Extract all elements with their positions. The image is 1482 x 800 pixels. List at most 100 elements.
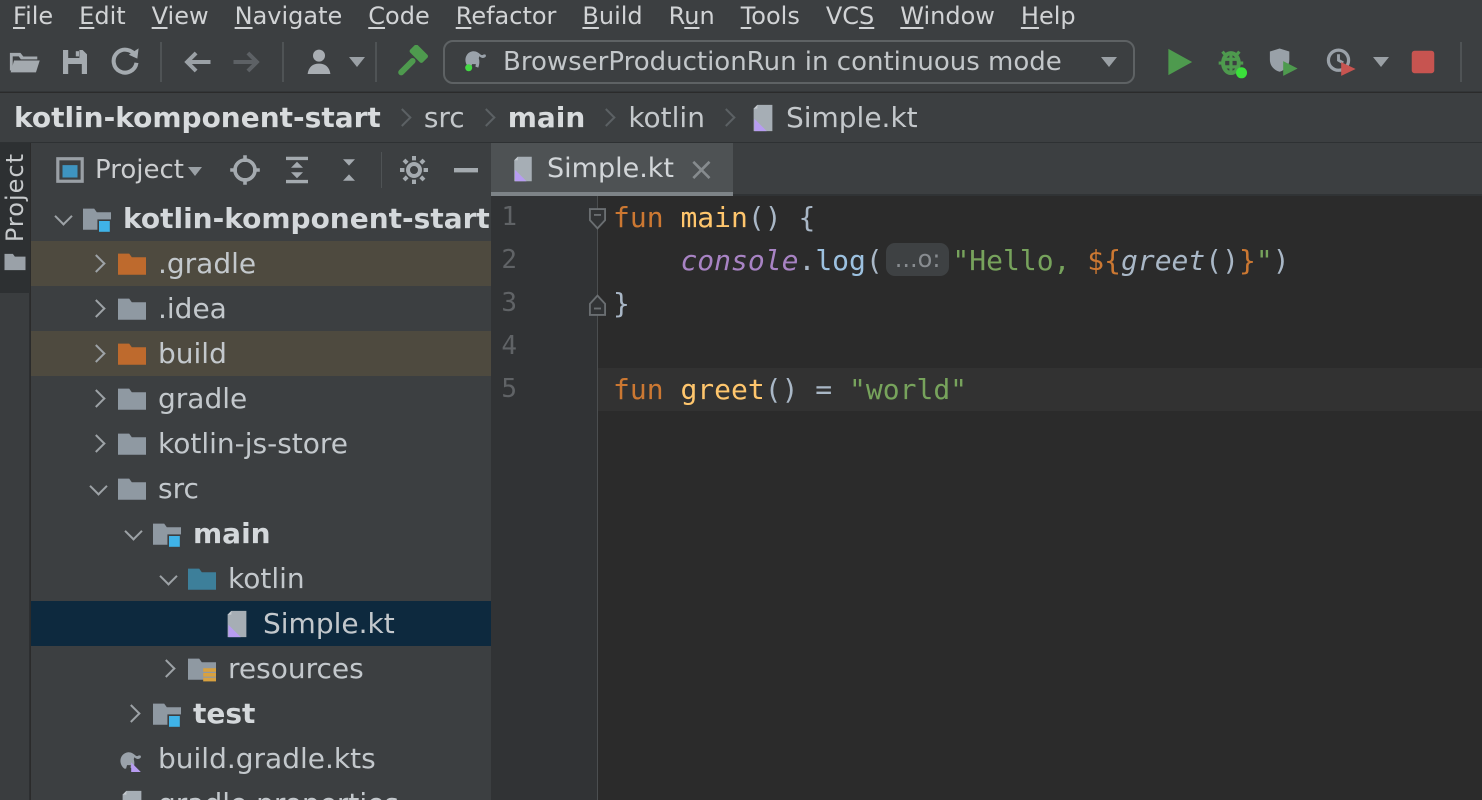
menu-edit[interactable]: Edit xyxy=(66,2,138,30)
parameter-name-hint[interactable]: ...o: xyxy=(886,243,950,276)
tree-item-label: kotlin-js-store xyxy=(158,427,348,460)
chevron-right-icon[interactable] xyxy=(157,659,175,677)
chevron-right-icon[interactable] xyxy=(87,299,105,317)
save-button[interactable] xyxy=(57,43,93,81)
chevron-down-icon[interactable] xyxy=(54,207,72,225)
tree-item-label: gradle.properties xyxy=(158,787,399,800)
project-panel: Project kotlin-komponent-start .gradle .id… xyxy=(31,143,491,800)
tool-window-button-project[interactable]: Project xyxy=(0,143,30,293)
menu-code[interactable]: Code xyxy=(355,2,442,30)
chevron-right-icon[interactable] xyxy=(122,704,140,722)
tree-item-idea[interactable]: .idea xyxy=(31,286,491,331)
excludedfolder-icon xyxy=(116,248,148,280)
menu-window[interactable]: Window xyxy=(887,2,1008,30)
chevron-down-icon[interactable] xyxy=(188,167,202,176)
tree-item-label: src xyxy=(158,472,199,505)
code-token: . xyxy=(798,244,815,277)
stop-button[interactable] xyxy=(1405,43,1441,81)
breadcrumb-item-main[interactable]: main xyxy=(508,101,586,134)
tree-item-kotlin-komponent-start[interactable]: kotlin-komponent-start xyxy=(31,196,491,241)
locate-file-button[interactable] xyxy=(228,153,262,187)
tree-item-simple-kt[interactable]: Simple.kt xyxy=(31,601,491,646)
expand-all-button[interactable] xyxy=(280,153,314,187)
code-token: () { xyxy=(748,201,815,234)
chevron-right-icon[interactable] xyxy=(87,434,105,452)
tree-item-kotlin-js-store[interactable]: kotlin-js-store xyxy=(31,421,491,466)
chevron-right-icon[interactable] xyxy=(87,389,105,407)
chevron-down-icon[interactable] xyxy=(159,567,177,585)
modulefolder-icon xyxy=(81,203,113,235)
panel-title[interactable]: Project xyxy=(95,155,184,185)
run-configuration-combobox[interactable]: BrowserProductionRun in continuous mode xyxy=(443,40,1135,84)
folder-icon xyxy=(116,428,148,460)
chevron-right-icon[interactable] xyxy=(87,344,105,362)
menu-view[interactable]: View xyxy=(139,2,222,30)
breadcrumb-item-simple-kt[interactable]: Simple.kt xyxy=(786,101,918,134)
tree-item-kotlin[interactable]: kotlin xyxy=(31,556,491,601)
code-token: () = xyxy=(765,373,849,406)
build-hammer-button[interactable] xyxy=(394,43,430,81)
settings-gear-button[interactable] xyxy=(397,153,431,187)
folder-icon xyxy=(3,250,27,274)
tab-simple-kt[interactable]: Simple.kt × xyxy=(491,143,733,194)
menu-run[interactable]: Run xyxy=(656,2,728,30)
chevron-slot xyxy=(80,426,116,462)
breadcrumb-item-src[interactable]: src xyxy=(424,101,465,134)
tree-item-resources[interactable]: resources xyxy=(31,646,491,691)
chevron-slot xyxy=(80,381,116,417)
breadcrumb-separator-icon xyxy=(393,108,411,126)
chevron-down-icon[interactable] xyxy=(89,477,107,495)
tree-item-main[interactable]: main xyxy=(31,511,491,556)
code-surface[interactable]: fun main() { console.log(...o:"Hello, ${… xyxy=(598,196,1482,800)
profiler-button[interactable] xyxy=(1318,43,1389,81)
chevron-down-icon[interactable] xyxy=(124,522,142,540)
code-token: main xyxy=(680,201,747,234)
hide-panel-button[interactable] xyxy=(449,153,483,187)
tree-item-build[interactable]: build xyxy=(31,331,491,376)
chevron-down-icon xyxy=(1101,57,1117,67)
sync-button[interactable] xyxy=(107,43,143,81)
code-area[interactable]: 12345 fun main() { console.log(...o:"Hel… xyxy=(491,196,1482,800)
chevron-slot xyxy=(115,696,151,732)
run-button[interactable] xyxy=(1161,43,1197,81)
breadcrumb-item-kotlin[interactable]: kotlin xyxy=(628,101,705,134)
tree-item-src[interactable]: src xyxy=(31,466,491,511)
user-menu-button[interactable] xyxy=(294,43,365,81)
line-number-3: 3 xyxy=(491,282,597,325)
coverage-button[interactable] xyxy=(1267,43,1303,81)
chevron-slot xyxy=(115,516,151,552)
menu-vcs[interactable]: VCS xyxy=(813,2,887,30)
back-button[interactable] xyxy=(179,43,215,81)
tree-item-gradle[interactable]: .gradle xyxy=(31,241,491,286)
code-token: log xyxy=(815,244,866,277)
menu-build[interactable]: Build xyxy=(569,2,655,30)
chevron-slot xyxy=(80,741,116,777)
modulefolder-icon xyxy=(151,518,183,550)
tree-item-gradle[interactable]: gradle xyxy=(31,376,491,421)
tree-item-label: .gradle xyxy=(158,247,256,280)
chevron-down-icon xyxy=(1373,57,1389,67)
menu-tools[interactable]: Tools xyxy=(728,2,813,30)
tree-item-build-gradle-kts[interactable]: build.gradle.kts xyxy=(31,736,491,781)
chevron-slot xyxy=(45,201,81,237)
menu-help[interactable]: Help xyxy=(1008,2,1089,30)
tree-item-gradle-properties[interactable]: gradle.properties xyxy=(31,781,491,800)
collapse-all-button[interactable] xyxy=(332,153,366,187)
close-icon[interactable]: × xyxy=(688,159,715,179)
menu-file[interactable]: File xyxy=(0,2,66,30)
code-token: " xyxy=(1256,244,1273,277)
modulefolder-icon xyxy=(151,698,183,730)
code-token: } xyxy=(1239,244,1256,277)
forward-button[interactable] xyxy=(229,43,265,81)
line-number-1: 1 xyxy=(491,196,597,239)
excludedfolder-icon xyxy=(116,338,148,370)
editor[interactable]: Simple.kt × 12345 fun main() { console.l… xyxy=(491,143,1482,800)
debug-button[interactable] xyxy=(1214,43,1250,81)
breadcrumb-item-kotlin-komponent-start[interactable]: kotlin-komponent-start xyxy=(14,101,381,134)
open-button[interactable] xyxy=(7,43,43,81)
menu-navigate[interactable]: Navigate xyxy=(222,2,356,30)
tree-item-test[interactable]: test xyxy=(31,691,491,736)
project-panel-header: Project xyxy=(31,143,491,196)
menu-refactor[interactable]: Refactor xyxy=(443,2,570,30)
chevron-right-icon[interactable] xyxy=(87,254,105,272)
